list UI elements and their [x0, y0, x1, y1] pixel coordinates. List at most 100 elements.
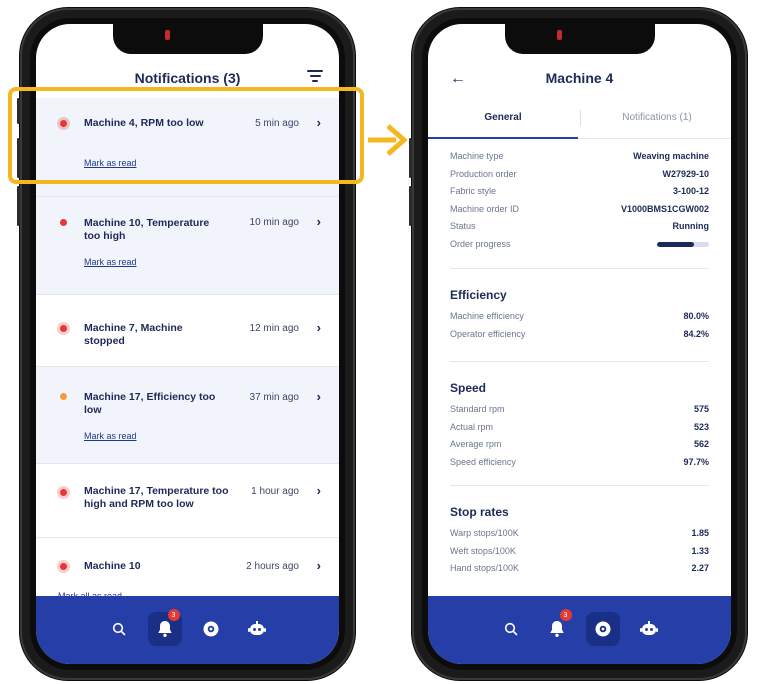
page-title: Notifications (3) — [134, 70, 241, 86]
detail-label: Order progress — [450, 238, 511, 249]
detail-value: 1.85 — [691, 528, 709, 538]
detail-label: Hand stops/100K — [450, 563, 520, 573]
search-icon — [504, 622, 517, 636]
alert-dot-icon — [60, 489, 67, 496]
detail-label: Fabric style — [450, 186, 497, 196]
notification-item[interactable]: Machine 10 2 hours ago › — [36, 538, 339, 596]
detail-value: 523 — [693, 421, 709, 432]
detail-value: 84.2% — [683, 328, 709, 339]
notification-title: Machine 17, Efficiency too low — [84, 391, 216, 416]
detail-value: Weaving machine — [633, 151, 709, 161]
detail-label: Standard rpm — [450, 404, 505, 414]
detail-value: V1000BMS1CGW002 — [620, 203, 709, 214]
camera-dot — [556, 30, 562, 40]
notification-time: 12 min ago — [249, 323, 299, 334]
detail-row: Actual rpm 523 — [450, 419, 709, 437]
order-progress-row: Order progress — [450, 236, 709, 254]
notification-badge: 3 — [559, 609, 572, 621]
machine-gear-icon — [595, 621, 610, 637]
detail-value: 1.33 — [691, 545, 709, 556]
mark-as-read-link[interactable]: Mark as read — [84, 431, 137, 441]
notification-time: 2 hours ago — [246, 561, 299, 572]
tab-search[interactable] — [102, 612, 136, 646]
tab-assistant[interactable] — [240, 612, 274, 646]
detail-row: Fabric style 3-100-12 — [450, 183, 709, 201]
tab-machines[interactable] — [585, 612, 620, 646]
notch — [112, 24, 263, 54]
chevron-right-icon[interactable]: › — [317, 558, 321, 573]
tab-machines[interactable] — [194, 612, 228, 646]
detail-label: Operator efficiency — [450, 328, 526, 339]
notification-title: Machine 7, Machine stopped — [84, 322, 183, 347]
volume-down-button — [409, 186, 412, 226]
section-title: Speed — [450, 381, 487, 395]
machine-detail-screen: ← Machine 4 General Notifications (1) Ma… — [428, 24, 731, 664]
detail-row: Machine order ID V1000BMS1CGW002 — [450, 201, 709, 219]
detail-label: Average rpm — [450, 439, 502, 449]
bottom-tab-bar: 3 — [36, 596, 339, 664]
chevron-right-icon[interactable]: › — [317, 214, 321, 229]
notification-item[interactable]: Machine 17, Efficiency too low 37 min ag… — [36, 367, 339, 464]
alert-dot-icon — [60, 393, 67, 400]
tab-machine-notifications[interactable]: Notifications (1) — [583, 112, 731, 123]
section-divider — [450, 485, 709, 486]
notification-time: 37 min ago — [249, 392, 299, 403]
detail-row: Production order W27929-10 — [450, 166, 709, 184]
notch — [504, 24, 655, 54]
section-divider — [450, 268, 709, 269]
notification-item[interactable]: Machine 7, Machine stopped 12 min ago › — [36, 295, 339, 367]
detail-row: Warp stops/100K 1.85 — [450, 525, 709, 543]
detail-label: Machine efficiency — [450, 311, 524, 321]
chevron-right-icon[interactable]: › — [317, 389, 321, 404]
detail-label: Production order — [450, 168, 517, 179]
order-progress-bar — [657, 241, 709, 247]
detail-row: Speed efficiency 97.7% — [450, 454, 709, 472]
search-icon — [112, 622, 125, 636]
efficiency-section: Efficiency Machine efficiency 80.0% Opera… — [450, 288, 709, 343]
bell-icon — [549, 621, 564, 637]
tab-assistant[interactable] — [632, 612, 666, 646]
notification-item[interactable]: Machine 10, Temperature too high 10 min … — [36, 197, 339, 295]
tab-notifications[interactable]: 3 — [147, 609, 182, 646]
notification-title: Machine 17, Temperature too high and RPM… — [84, 485, 229, 510]
tab-notifications[interactable]: 3 — [540, 609, 574, 646]
robot-icon — [639, 621, 658, 635]
detail-label: Weft stops/100K — [450, 545, 516, 556]
machine-details: Machine type Weaving machine Production o… — [450, 148, 709, 253]
arrow-right-icon — [368, 124, 408, 156]
detail-row: Weft stops/100K 1.33 — [450, 543, 709, 561]
camera-dot — [164, 30, 170, 40]
tab-search[interactable] — [494, 612, 528, 646]
notification-time: 1 hour ago — [251, 486, 299, 497]
chevron-right-icon[interactable]: › — [317, 483, 321, 498]
notification-badge: 3 — [167, 609, 180, 621]
detail-value: Running — [672, 221, 710, 231]
progress-fill — [657, 241, 695, 247]
notification-title: Machine 10 — [84, 560, 141, 572]
notification-item[interactable]: Machine 17, Temperature too high and RPM… — [36, 464, 339, 538]
detail-row: Standard rpm 575 — [450, 401, 709, 419]
detail-value: 562 — [693, 439, 709, 449]
tab-strip: General Notifications (1) — [428, 100, 731, 139]
notification-time: 10 min ago — [249, 217, 299, 228]
chevron-right-icon[interactable]: › — [317, 320, 321, 335]
section-divider — [450, 361, 709, 362]
stop-rates-section: Stop rates Warp stops/100K 1.85 Weft stop… — [450, 505, 709, 578]
detail-value: W27929-10 — [662, 168, 709, 179]
detail-row: Status Running — [450, 218, 709, 236]
detail-value: 80.0% — [683, 311, 709, 321]
detail-label: Machine type — [450, 151, 504, 161]
active-tab-indicator — [428, 137, 578, 139]
tab-general[interactable]: General — [428, 112, 578, 123]
detail-label: Warp stops/100K — [450, 528, 519, 538]
section-title: Efficiency — [450, 288, 507, 302]
detail-value: 575 — [693, 404, 709, 414]
filter-icon[interactable] — [307, 70, 323, 84]
page-title: Machine 4 — [545, 70, 614, 86]
phone-machine-detail: ← Machine 4 General Notifications (1) Ma… — [409, 8, 747, 680]
back-arrow-icon[interactable]: ← — [450, 70, 466, 88]
mark-as-read-link[interactable]: Mark as read — [84, 257, 137, 267]
alert-dot-icon — [60, 325, 67, 332]
tab-separator — [580, 110, 581, 126]
detail-label: Machine order ID — [450, 203, 520, 214]
